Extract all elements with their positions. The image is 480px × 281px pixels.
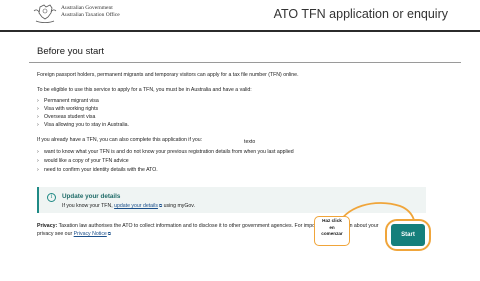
external-link-icon: ⧉	[107, 231, 112, 236]
callout-body: If you know your TFN, update your detail…	[62, 203, 195, 209]
eligibility-lead: To be eligible to use this service to ap…	[37, 87, 252, 93]
title-divider	[29, 62, 461, 63]
list-item: › Overseas student visa	[37, 114, 96, 120]
chevron-right-icon: ›	[37, 106, 39, 112]
list-item: › want to know what your TFN is and do no…	[37, 149, 294, 155]
app-title: ATO TFN application or enquiry	[273, 7, 448, 21]
intro-text: Foreign passport holders, permanent migr…	[37, 72, 299, 78]
chevron-right-icon: ›	[37, 114, 39, 120]
update-details-link[interactable]: update your details	[114, 203, 158, 209]
list-item: › Visa with working rights	[37, 106, 99, 112]
privacy-notice-link[interactable]: Privacy Notice	[74, 231, 107, 237]
existing-tfn-lead: If you already have a TFN, you can also …	[37, 137, 203, 143]
page-title: Before you start	[37, 46, 105, 57]
floating-word: texto	[244, 139, 256, 145]
gov-line-1: Australian Government	[61, 5, 113, 11]
privacy-line-2: privacy see our Privacy Notice⧉	[37, 231, 112, 237]
chevron-right-icon: ›	[37, 158, 39, 164]
chevron-right-icon: ›	[37, 98, 39, 104]
privacy-label: Privacy:	[37, 223, 58, 229]
chevron-right-icon: ›	[37, 149, 39, 155]
list-item: › would like a copy of your TFN advice	[37, 158, 129, 164]
chevron-right-icon: ›	[37, 122, 39, 128]
update-details-callout: i Update your details If you know your T…	[37, 187, 426, 213]
info-icon: i	[47, 193, 56, 202]
coat-of-arms-icon	[33, 4, 57, 23]
site-header: Australian Government Australian Taxatio…	[0, 0, 480, 30]
list-item: › Permanent migrant visa	[37, 98, 99, 104]
list-item: › need to confirm your identity details w…	[37, 167, 158, 173]
gov-line-2: Australian Taxation Office	[61, 12, 120, 18]
callout-title: Update your details	[62, 193, 121, 200]
click-hint-note: Haz click en comenzar	[314, 216, 350, 246]
government-name: Australian Government Australian Taxatio…	[61, 5, 120, 19]
external-link-icon: ⧉	[158, 203, 163, 208]
list-item: › Visa allowing you to stay in Australia.	[37, 122, 129, 128]
chevron-right-icon: ›	[37, 167, 39, 173]
start-button[interactable]: Start	[391, 224, 425, 246]
